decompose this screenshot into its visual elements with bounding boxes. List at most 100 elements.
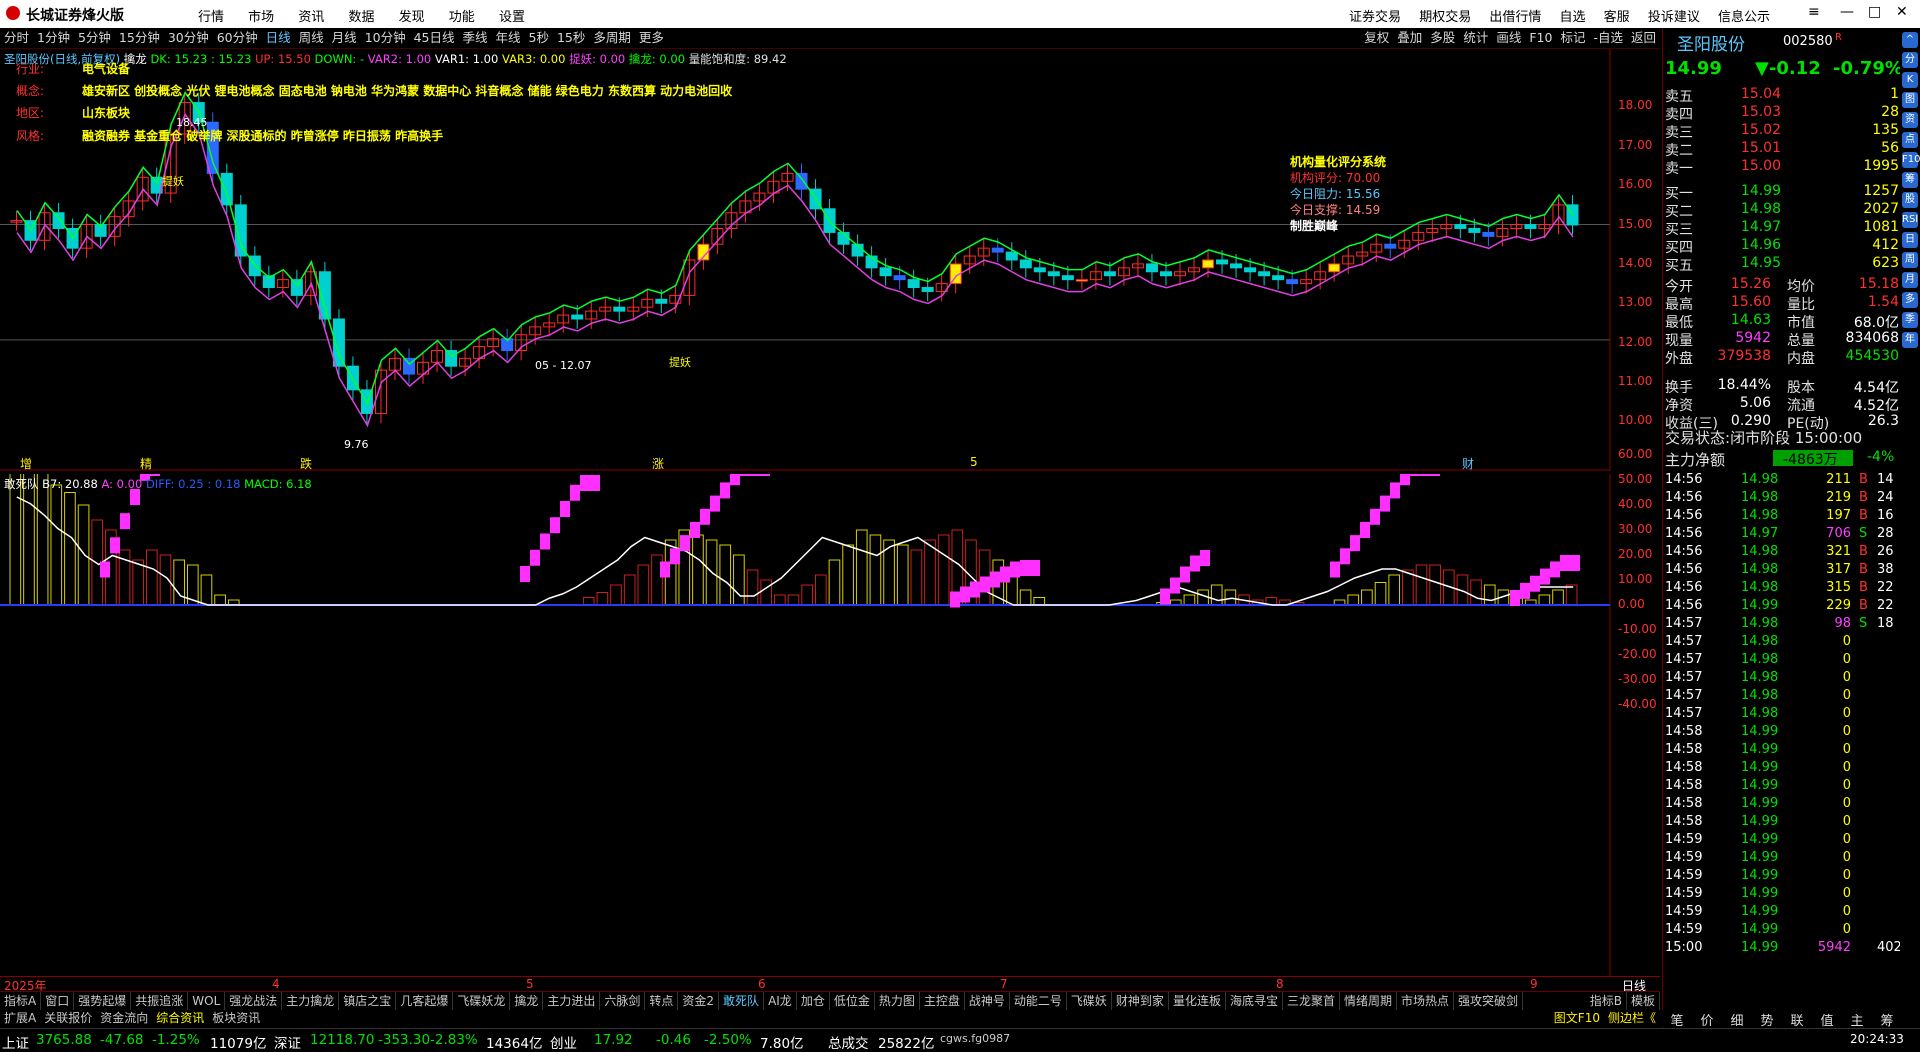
period-tab[interactable]: 季线	[459, 28, 492, 48]
period-tab[interactable]: 45日线	[410, 28, 459, 48]
menu-item[interactable]: 期权交易	[1419, 10, 1471, 25]
bid-row[interactable]: 买二 14.98 2027	[1663, 201, 1901, 220]
indicator-tab[interactable]: 低位金	[830, 992, 875, 1010]
minimize-icon[interactable]: —	[1840, 4, 1854, 20]
quote-tab[interactable]: 值	[1812, 1010, 1842, 1029]
tool-button[interactable]: 画线	[1492, 28, 1525, 48]
indicator-tab[interactable]: 镇店之宝	[339, 992, 397, 1010]
close-icon[interactable]: ✕	[1896, 4, 1908, 20]
indicator-tab[interactable]: 主力进出	[543, 992, 601, 1010]
index-label[interactable]: 上证	[2, 1032, 29, 1052]
menu-item[interactable]: 客服	[1604, 10, 1630, 25]
menu-item[interactable]: 资讯	[298, 10, 324, 25]
period-tab[interactable]: 5分钟	[74, 28, 115, 48]
menu-item[interactable]: 出借行情	[1489, 10, 1541, 25]
kline-chart[interactable]: 圣阳股份(日线,前复权) 擒龙 DK: 15.23 : 15.23 UP: 15…	[0, 49, 1652, 471]
menu-item[interactable]: 行情	[198, 10, 224, 25]
index-label[interactable]: 深证	[274, 1032, 301, 1052]
side-tool-icon[interactable]: 分	[1902, 52, 1918, 68]
side-tool-icon[interactable]: 筹	[1902, 172, 1918, 188]
side-tool-icon[interactable]: K	[1902, 72, 1918, 88]
period-tab[interactable]: 多周期	[589, 28, 635, 48]
ask-row[interactable]: 卖四 15.03 28	[1663, 104, 1901, 123]
indicator-tab[interactable]: 战神号	[965, 992, 1010, 1010]
indicator-tab[interactable]: AI龙	[764, 992, 797, 1010]
quote-tab[interactable]: 筹	[1872, 1010, 1902, 1029]
quote-tab[interactable]: 细	[1722, 1010, 1752, 1029]
indicator-tab[interactable]: 擒龙	[510, 992, 544, 1010]
period-tab[interactable]: 30分钟	[164, 28, 213, 48]
side-tool-icon[interactable]: 年	[1902, 332, 1918, 348]
tool-button[interactable]: 叠加	[1393, 28, 1426, 48]
quote-tab[interactable]: 笔	[1662, 1010, 1692, 1029]
indicator-tab[interactable]: 量化连板	[1169, 992, 1226, 1010]
indicator-tab[interactable]: 强龙战法	[225, 992, 283, 1010]
indicator-tab[interactable]: 三龙聚首	[1283, 992, 1340, 1010]
indicator-tab[interactable]: 几客起爆	[396, 992, 454, 1010]
period-tab[interactable]: 15秒	[553, 28, 589, 48]
maximize-icon[interactable]: □	[1868, 4, 1881, 20]
menu-item[interactable]: 发现	[399, 10, 425, 25]
side-tool-icon[interactable]: 季	[1902, 312, 1918, 328]
info-tab[interactable]: 板块资讯	[208, 1010, 264, 1027]
period-tab[interactable]: 日线	[262, 28, 295, 48]
menu-item[interactable]: 功能	[449, 10, 475, 25]
side-tool-icon[interactable]: ^	[1902, 32, 1918, 48]
quote-tab[interactable]: 势	[1752, 1010, 1782, 1029]
indicator-tab[interactable]: 主控盘	[920, 992, 965, 1010]
side-tool-icon[interactable]: 日	[1902, 232, 1918, 248]
indicator-tab[interactable]: 热力图	[875, 992, 920, 1010]
tool-button[interactable]: 统计	[1459, 28, 1492, 48]
info-tab[interactable]: 扩展A	[0, 1010, 40, 1027]
info-tab[interactable]: 综合资讯	[152, 1010, 208, 1027]
indicator-tab[interactable]: 共振追涨	[131, 992, 189, 1010]
quote-tab[interactable]: 联	[1782, 1010, 1812, 1029]
indicator-tab[interactable]: 海底寻宝	[1226, 992, 1283, 1010]
side-tool-icon[interactable]: 图	[1902, 92, 1918, 108]
indicator-tab[interactable]: 资金2	[678, 992, 720, 1010]
tool-button[interactable]: 复权	[1360, 28, 1393, 48]
tool-button[interactable]: 返回	[1627, 28, 1660, 48]
side-tool-icon[interactable]: 资	[1902, 112, 1918, 128]
menu-item[interactable]: 数据	[348, 10, 374, 25]
bid-row[interactable]: 买四 14.96 412	[1663, 237, 1901, 256]
indicator-tab[interactable]: 敢死队	[719, 992, 765, 1010]
period-tab[interactable]: 周线	[295, 28, 328, 48]
tool-button[interactable]: -自选	[1589, 28, 1627, 48]
side-tool-icon[interactable]: 股	[1902, 192, 1918, 208]
indicator-tab[interactable]: 强攻突破剑	[1454, 992, 1524, 1010]
bid-row[interactable]: 买五 14.95 623	[1663, 255, 1901, 274]
indicator-tab[interactable]: 飞碟妖龙	[453, 992, 511, 1010]
side-tool-icon[interactable]: F10	[1902, 152, 1920, 168]
period-tab[interactable]: 月线	[328, 28, 361, 48]
side-tool-icon[interactable]: 月	[1902, 272, 1918, 288]
period-tab[interactable]: 10分钟	[361, 28, 410, 48]
indicator-tab[interactable]: 加仓	[797, 992, 830, 1010]
period-tab[interactable]: 60分钟	[213, 28, 262, 48]
tool-button[interactable]: 多股	[1426, 28, 1459, 48]
bid-row[interactable]: 买三 14.97 1081	[1663, 219, 1901, 238]
menu-item[interactable]: 信息公示	[1718, 10, 1770, 25]
indicator-tab[interactable]: 窗口	[41, 992, 75, 1010]
info-tab[interactable]: 资金流向	[96, 1010, 152, 1027]
bid-row[interactable]: 买一 14.99 1257	[1663, 183, 1901, 202]
indicator-tab[interactable]: 指标A	[0, 992, 42, 1010]
menu-item[interactable]: 自选	[1560, 10, 1586, 25]
ask-row[interactable]: 卖三 15.02 135	[1663, 122, 1901, 141]
tool-button[interactable]: F10	[1525, 28, 1556, 48]
ask-row[interactable]: 卖五 15.04 1	[1663, 86, 1901, 105]
side-tool-icon[interactable]: 周	[1902, 252, 1918, 268]
indicator-tab[interactable]: 转点	[645, 992, 679, 1010]
side-tool-icon[interactable]: 多	[1902, 292, 1918, 308]
indicator-tab[interactable]: WOL	[188, 992, 226, 1010]
menu-item[interactable]: 设置	[499, 10, 525, 25]
period-tab[interactable]: 分时	[0, 28, 33, 48]
tool-button[interactable]: 标记	[1556, 28, 1589, 48]
period-tab[interactable]: 5秒	[525, 28, 553, 48]
indicator-tab[interactable]: 飞碟妖	[1067, 992, 1112, 1010]
info-tab[interactable]: 图文F10	[1550, 1010, 1604, 1027]
side-tool-icon[interactable]: RSI	[1902, 212, 1918, 228]
side-tool-icon[interactable]: 点	[1902, 132, 1918, 148]
period-tab[interactable]: 年线	[492, 28, 525, 48]
indicator-tab[interactable]: 财神到家	[1112, 992, 1169, 1010]
